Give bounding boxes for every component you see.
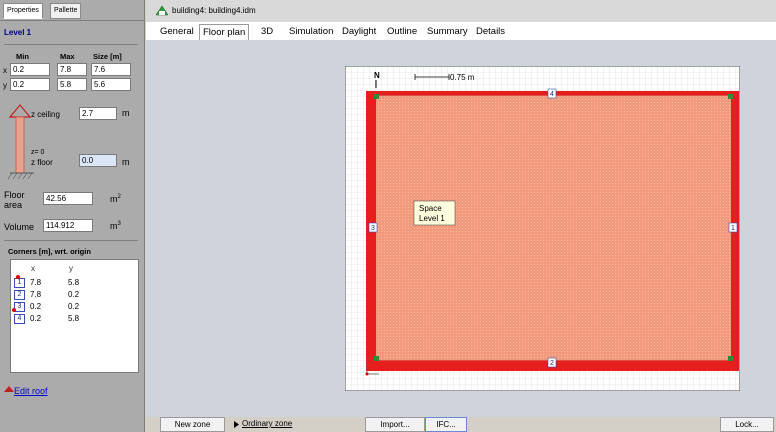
z-zero-label: z= 0 xyxy=(31,149,45,156)
floor-area-value: 42.56 xyxy=(43,192,93,205)
corners-col-y: y xyxy=(69,264,73,273)
view-tabs: General Floor plan 3D Simulation Dayligh… xyxy=(146,22,776,40)
volume-unit: m3 xyxy=(110,221,121,231)
x-size-field[interactable]: 7.6 xyxy=(91,63,131,76)
space-floor[interactable] xyxy=(376,96,731,360)
space-label-level: Level 1 xyxy=(419,214,445,223)
y-size-field[interactable]: 5.6 xyxy=(91,78,131,91)
corner-y: 0.2 xyxy=(68,302,80,311)
ceiling-label: z ceiling xyxy=(31,110,60,119)
volume-unit-base: m xyxy=(110,221,118,231)
corner-number: 2 xyxy=(14,290,25,300)
list-item[interactable]: 1 7.8 5.8 xyxy=(11,275,138,288)
lock-button[interactable]: Lock... xyxy=(720,417,774,432)
document-titlebar: building4: building4.idm xyxy=(146,0,776,22)
corner-x: 7.8 xyxy=(30,278,42,287)
new-zone-button[interactable]: New zone xyxy=(160,417,225,432)
edit-roof-link[interactable]: Edit roof xyxy=(14,386,48,396)
wall-label-text: 1 xyxy=(731,225,735,232)
x-axis-label: x xyxy=(3,66,7,75)
corner-y: 5.8 xyxy=(68,278,80,287)
floor-unit: m xyxy=(122,157,130,167)
list-item[interactable]: 3 0.2 0.2 xyxy=(11,301,138,312)
corner-node[interactable] xyxy=(374,356,379,361)
floor-plan-drawing[interactable]: 4 1 2 3 Space Level 1 N 0.75 m xyxy=(345,66,740,391)
y-min-field[interactable]: 0.2 xyxy=(10,78,50,91)
space-label-name: Space xyxy=(419,204,442,213)
corner-y: 5.8 xyxy=(68,314,80,323)
corner-x: 0.2 xyxy=(30,314,42,323)
bottom-toolbar: New zone Ordinary zone Import... IFC... … xyxy=(146,417,776,432)
tab-outline[interactable]: Outline xyxy=(384,24,420,40)
tab-floor-plan[interactable]: Floor plan xyxy=(199,24,250,40)
document-title: building4: building4.idm xyxy=(172,6,256,15)
min-header: Min xyxy=(16,52,29,61)
import-button[interactable]: Import... xyxy=(365,417,425,432)
tab-properties[interactable]: Properties xyxy=(3,3,43,19)
properties-panel: Properties Pallette Level 1 Min Max Size… xyxy=(0,0,145,432)
tab-general[interactable]: General xyxy=(157,24,197,40)
tab-3d[interactable]: 3D xyxy=(258,24,276,40)
wall-label-text: 2 xyxy=(550,360,554,367)
volume-unit-exp: 3 xyxy=(117,221,121,227)
level-title: Level 1 xyxy=(4,28,32,37)
list-item[interactable]: 2 7.8 0.2 xyxy=(11,289,138,300)
corner-x: 7.8 xyxy=(30,290,42,299)
floor-plan-canvas[interactable]: 4 1 2 3 Space Level 1 N 0.75 m xyxy=(146,40,776,417)
ifc-button[interactable]: IFC... xyxy=(425,417,467,432)
corners-col-x: x xyxy=(31,264,35,273)
size-header: Size [m] xyxy=(93,52,122,61)
corner-x: 0.2 xyxy=(30,302,42,311)
corner-node[interactable] xyxy=(728,94,733,99)
y-max-field[interactable]: 5.8 xyxy=(57,78,87,91)
scale-label: 0.75 m xyxy=(450,73,475,82)
x-min-field[interactable]: 0.2 xyxy=(10,63,50,76)
ceiling-unit: m xyxy=(122,108,130,118)
roof-icon xyxy=(4,386,14,392)
wall-label-text: 3 xyxy=(371,225,375,232)
wall-label-top[interactable]: 4 xyxy=(547,88,557,99)
corners-title: Corners [m], wrt. origin xyxy=(8,247,91,256)
zone-type-link[interactable]: Ordinary zone xyxy=(242,419,292,428)
wall-label-bottom[interactable]: 2 xyxy=(547,357,557,368)
north-label: N xyxy=(374,71,380,80)
x-max-field[interactable]: 7.8 xyxy=(57,63,87,76)
corner-node[interactable] xyxy=(374,94,379,99)
tab-pallette[interactable]: Pallette xyxy=(50,3,82,19)
divider xyxy=(4,240,138,241)
divider xyxy=(4,44,138,45)
floor-area-unit: m2 xyxy=(110,194,121,204)
floor-area-label-2: area xyxy=(4,200,23,210)
max-header: Max xyxy=(60,52,75,61)
y-axis-label: y xyxy=(3,81,7,90)
tab-summary[interactable]: Summary xyxy=(424,24,471,40)
list-item[interactable]: 4 0.2 5.8 xyxy=(11,313,138,324)
floor-area-unit-exp: 2 xyxy=(117,194,121,200)
corner-marker-icon xyxy=(16,275,20,279)
floor-field[interactable]: 0.0 xyxy=(79,154,117,167)
wall-label-text: 4 xyxy=(550,91,554,98)
corner-marker-icon xyxy=(12,308,16,312)
tab-simulation[interactable]: Simulation xyxy=(286,24,336,40)
tab-daylight[interactable]: Daylight xyxy=(339,24,379,40)
corner-number: 1 xyxy=(14,278,25,288)
wall-label-right[interactable]: 1 xyxy=(728,222,738,233)
volume-label: Volume xyxy=(4,222,35,232)
play-arrow-icon xyxy=(234,421,239,428)
corners-list[interactable]: x y 1 7.8 5.8 2 7.8 0.2 3 0.2 0.2 4 0.2 … xyxy=(10,259,139,373)
building-icon xyxy=(156,5,168,16)
floor-area-label: Floor xyxy=(4,190,25,200)
tab-details[interactable]: Details xyxy=(473,24,508,40)
corner-node[interactable] xyxy=(728,356,733,361)
wall-label-left[interactable]: 3 xyxy=(368,222,378,233)
volume-value: 114.912 xyxy=(43,219,93,232)
floor-area-unit-base: m xyxy=(110,194,118,204)
ceiling-field[interactable]: 2.7 xyxy=(79,107,117,120)
floor-label: z floor xyxy=(31,158,53,167)
corner-y: 0.2 xyxy=(68,290,80,299)
divider xyxy=(0,20,145,21)
corner-number: 4 xyxy=(14,314,25,324)
